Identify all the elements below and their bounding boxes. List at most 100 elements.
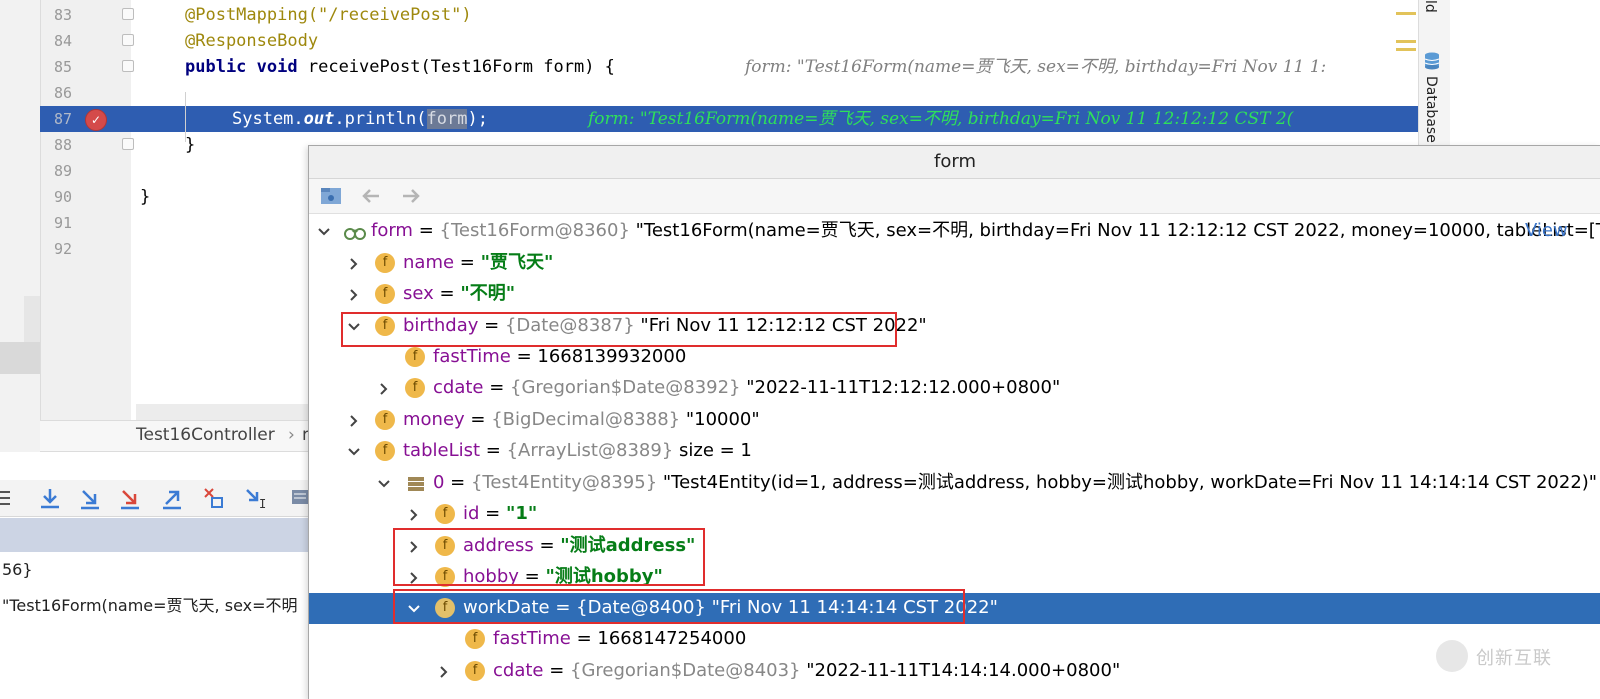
line-number: 92 — [53, 240, 72, 258]
line-number: 83 — [53, 6, 72, 24]
tree-view-icon[interactable] — [319, 184, 343, 208]
frames-header — [0, 518, 310, 552]
field-icon: f — [465, 661, 485, 681]
forward-arrow-icon[interactable] — [399, 184, 423, 208]
inspect-popup: form form = {Test16Form@8360} "Test16For… — [308, 145, 1600, 699]
code-text: @PostMapping("/receivePost") — [185, 5, 472, 25]
chevron-down-icon[interactable] — [347, 445, 361, 459]
code-line-86[interactable]: 86 — [40, 80, 1450, 106]
strip-block — [0, 342, 40, 374]
step-out-icon[interactable] — [160, 486, 184, 510]
menu-icon[interactable] — [0, 486, 24, 510]
step-into-icon[interactable] — [78, 486, 102, 510]
tree-row-tablelist[interactable]: f tableList = {ArrayList@8389} size = 1 — [309, 436, 1600, 467]
tree-row-name[interactable]: f name = "贾飞天" — [309, 248, 1600, 279]
watermark-text: 创新互联 — [1476, 648, 1552, 669]
view-link[interactable]: View — [1525, 220, 1568, 241]
code-line-85[interactable]: 85 public void receivePost(Test16Form fo… — [40, 54, 1450, 80]
node-text: tableList = {ArrayList@8389} size = 1 — [403, 440, 752, 461]
line-number: 86 — [53, 84, 72, 102]
code-text: } — [140, 187, 151, 207]
drop-frame-icon[interactable] — [202, 486, 226, 510]
frame-item[interactable]: 56} — [2, 560, 33, 579]
code-line-83[interactable]: 83 @PostMapping("/receivePost") — [40, 2, 1450, 28]
chevron-down-icon[interactable] — [317, 225, 331, 239]
tool-tab-database[interactable]: Database — [1423, 76, 1439, 143]
fold-marker-icon[interactable] — [122, 138, 134, 150]
line-number: 88 — [53, 136, 72, 154]
scroll-marker[interactable] — [1396, 40, 1416, 43]
editor-horizontal-scrollbar[interactable] — [136, 404, 308, 420]
line-number: 91 — [53, 214, 72, 232]
database-icon[interactable] — [1424, 52, 1440, 70]
node-text: name = "贾飞天" — [403, 252, 554, 273]
svg-text:I: I — [259, 497, 266, 510]
highlight-box-birthday — [341, 312, 897, 347]
node-text: 0 = {Test4Entity@8395} "Test4Entity(id=1… — [433, 472, 1598, 493]
run-to-cursor-icon[interactable]: I — [244, 486, 268, 510]
code-text: System.out.println(form); — [232, 109, 488, 129]
tree-row-cdate[interactable]: f cdate = {Gregorian$Date@8392} "2022-11… — [309, 373, 1600, 404]
tool-tab-build[interactable]: ld — [1422, 0, 1438, 13]
field-icon: f — [465, 629, 485, 649]
breakpoint-icon[interactable]: ✓ — [85, 109, 107, 131]
field-icon: f — [405, 378, 425, 398]
node-text: id = "1" — [463, 503, 538, 524]
inline-debug-hint: form: "Test16Form(name=贾飞天, sex=不明, birt… — [745, 57, 1327, 77]
node-text: fastTime = 1668147254000 — [493, 628, 747, 649]
watermark-logo: 创新互联 — [1436, 636, 1600, 676]
scroll-marker[interactable] — [1396, 48, 1416, 51]
watermark-logo-icon — [1436, 640, 1468, 672]
indent-guide — [185, 92, 186, 142]
line-number: 90 — [53, 188, 72, 206]
chevron-right-icon[interactable] — [377, 382, 391, 396]
step-over-icon[interactable] — [38, 486, 62, 510]
tree-row-id[interactable]: f id = "1" — [309, 499, 1600, 530]
field-icon: f — [375, 284, 395, 304]
chevron-right-icon[interactable] — [347, 414, 361, 428]
chevron-down-icon[interactable] — [377, 477, 391, 491]
tree-row-form[interactable]: form = {Test16Form@8360} "Test16Form(nam… — [309, 216, 1600, 247]
code-line-84[interactable]: 84 @ResponseBody — [40, 28, 1450, 54]
field-icon: f — [375, 253, 395, 273]
watch-icon — [344, 228, 366, 240]
tree-row-sex[interactable]: f sex = "不明" — [309, 279, 1600, 310]
field-icon: f — [405, 347, 425, 367]
back-arrow-icon[interactable] — [359, 184, 383, 208]
tree-row-money[interactable]: f money = {BigDecimal@8388} "10000" — [309, 405, 1600, 436]
variable-item[interactable]: "Test16Form(name=贾飞天, sex=不明 — [2, 592, 298, 616]
list-icon — [408, 477, 424, 491]
code-line-87-current[interactable]: 87 ✓ System.out.println(form); form: "Te… — [40, 106, 1450, 132]
field-icon: f — [435, 504, 455, 524]
chevron-right-icon[interactable] — [347, 288, 361, 302]
chevron-right-icon[interactable] — [437, 665, 451, 679]
node-text: money = {BigDecimal@8388} "10000" — [403, 409, 760, 430]
tree-row-item-0[interactable]: 0 = {Test4Entity@8395} "Test4Entity(id=1… — [309, 468, 1600, 499]
inline-debug-hint: form: "Test16Form(name=贾飞天, sex=不明, birt… — [588, 109, 1294, 129]
fold-marker-icon[interactable] — [122, 60, 134, 72]
node-text: fastTime = 1668139932000 — [433, 346, 687, 367]
line-number: 89 — [53, 162, 72, 180]
code-text: public void receivePost(Test16Form form)… — [185, 57, 615, 77]
node-text: cdate = {Gregorian$Date@8403} "2022-11-1… — [493, 660, 1121, 681]
scroll-marker[interactable] — [1396, 12, 1416, 15]
fold-marker-icon[interactable] — [122, 8, 134, 20]
tree-row-fasttime-2[interactable]: f fastTime = 1668147254000 — [309, 624, 1600, 655]
breadcrumb-file[interactable]: Test16Controller — [136, 425, 275, 445]
fold-marker-icon[interactable] — [122, 34, 134, 46]
chevron-right-icon[interactable] — [347, 257, 361, 271]
line-number: 84 — [53, 32, 72, 50]
popup-title[interactable]: form — [309, 146, 1600, 179]
breadcrumb: Test16Controller › r — [40, 420, 310, 452]
breadcrumb-separator: › — [288, 425, 295, 445]
highlight-box-workdate — [393, 589, 965, 624]
line-number: 85 — [53, 58, 72, 76]
code-text: } — [185, 135, 196, 155]
tree-row-cdate-2[interactable]: f cdate = {Gregorian$Date@8403} "2022-11… — [309, 656, 1600, 687]
chevron-right-icon[interactable] — [407, 508, 421, 522]
node-text: form = {Test16Form@8360} "Test16Form(nam… — [371, 220, 1600, 241]
code-text: @ResponseBody — [185, 31, 319, 51]
popup-toolbar — [309, 179, 1600, 214]
force-step-into-icon[interactable] — [118, 486, 142, 510]
node-text: cdate = {Gregorian$Date@8392} "2022-11-1… — [433, 377, 1061, 398]
